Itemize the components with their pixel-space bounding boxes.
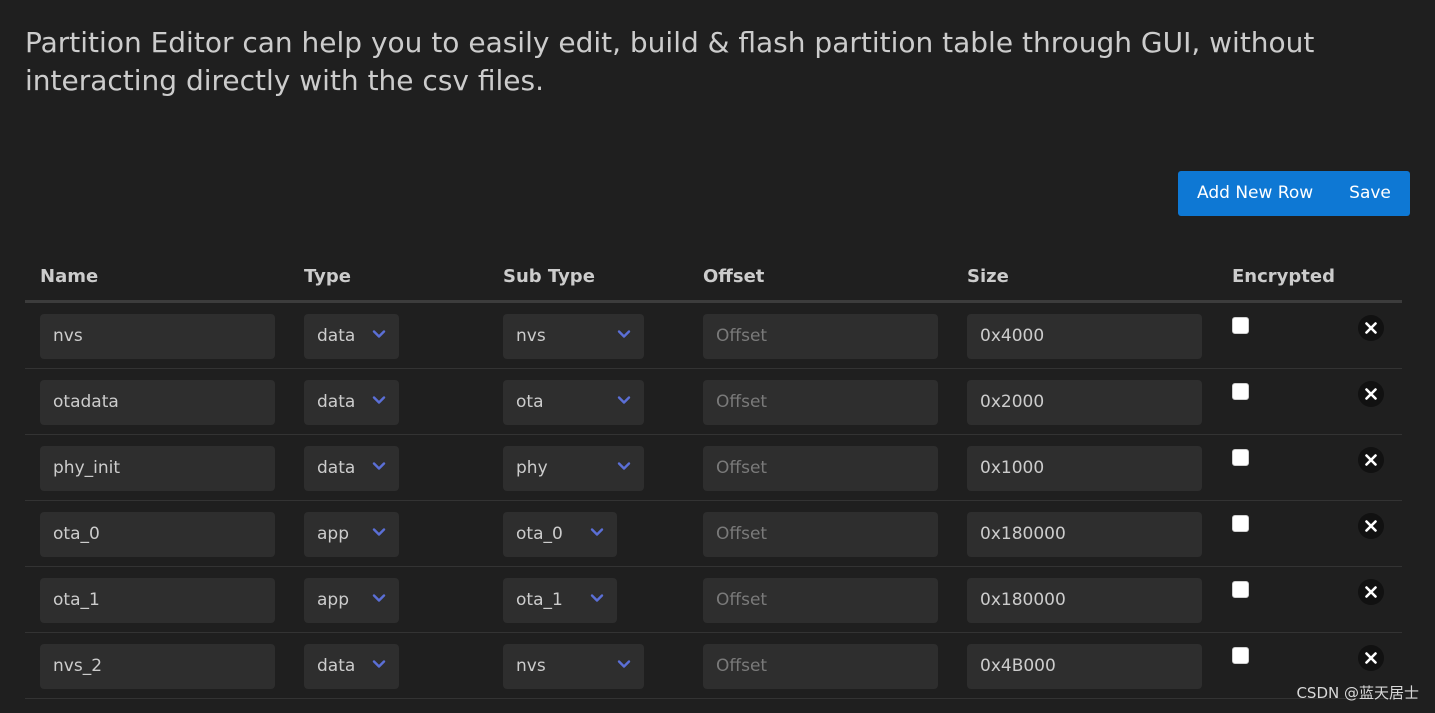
subtype-select-value: nvs xyxy=(516,656,546,676)
table-header: Name Type Sub Type Offset Size Encrypted xyxy=(25,255,1402,303)
chevron-down-icon xyxy=(372,512,386,557)
table-body: datanvsdataotadataphyappota_0appota_1dat… xyxy=(25,303,1402,699)
column-header-encrypted: Encrypted xyxy=(1232,266,1335,287)
name-input[interactable] xyxy=(40,512,275,557)
table-row: app ota_0 xyxy=(25,501,1402,567)
column-header-name: Name xyxy=(40,266,99,287)
chevron-down-icon xyxy=(372,314,386,359)
chevron-down-icon xyxy=(590,512,604,557)
size-input[interactable] xyxy=(967,644,1202,689)
table-row: data phy xyxy=(25,435,1402,501)
delete-row-button[interactable] xyxy=(1358,645,1384,671)
close-icon xyxy=(1365,322,1377,334)
chevron-down-icon xyxy=(372,446,386,491)
chevron-down-icon xyxy=(372,644,386,689)
subtype-select[interactable]: ota xyxy=(503,380,644,425)
type-select[interactable]: app xyxy=(304,512,399,557)
type-select-value: app xyxy=(317,590,349,610)
offset-input[interactable] xyxy=(703,446,938,491)
chevron-down-icon xyxy=(590,578,604,623)
type-select[interactable]: app xyxy=(304,578,399,623)
subtype-select[interactable]: phy xyxy=(503,446,644,491)
chevron-down-icon xyxy=(372,578,386,623)
subtype-select[interactable]: ota_1 xyxy=(503,578,617,623)
subtype-select[interactable]: nvs xyxy=(503,314,644,359)
column-header-subtype: Sub Type xyxy=(503,266,595,287)
size-input[interactable] xyxy=(967,578,1202,623)
column-header-size: Size xyxy=(967,266,1009,287)
table-row: app ota_1 xyxy=(25,567,1402,633)
subtype-select-value: nvs xyxy=(516,326,546,346)
encrypted-checkbox[interactable] xyxy=(1232,647,1249,664)
subtype-select[interactable]: nvs xyxy=(503,644,644,689)
close-icon xyxy=(1365,520,1377,532)
size-input[interactable] xyxy=(967,512,1202,557)
table-row: data nvs xyxy=(25,303,1402,369)
name-input[interactable] xyxy=(40,314,275,359)
encrypted-checkbox[interactable] xyxy=(1232,317,1249,334)
chevron-down-icon xyxy=(617,314,631,359)
close-icon xyxy=(1365,586,1377,598)
name-input[interactable] xyxy=(40,446,275,491)
subtype-select-value: phy xyxy=(516,458,548,478)
name-input[interactable] xyxy=(40,644,275,689)
type-select-value: app xyxy=(317,524,349,544)
size-input[interactable] xyxy=(967,380,1202,425)
name-input[interactable] xyxy=(40,578,275,623)
offset-input[interactable] xyxy=(703,512,938,557)
encrypted-checkbox[interactable] xyxy=(1232,515,1249,532)
delete-row-button[interactable] xyxy=(1358,381,1384,407)
type-select-value: data xyxy=(317,326,356,346)
size-input[interactable] xyxy=(967,314,1202,359)
save-button[interactable]: Save xyxy=(1332,171,1410,216)
chevron-down-icon xyxy=(617,446,631,491)
close-icon xyxy=(1365,652,1377,664)
column-header-type: Type xyxy=(304,266,351,287)
type-select-value: data xyxy=(317,392,356,412)
subtype-select-value: ota xyxy=(516,392,544,412)
watermark: CSDN @蓝天居士 xyxy=(1296,684,1419,702)
close-icon xyxy=(1365,388,1377,400)
table-row: data ota xyxy=(25,369,1402,435)
type-select[interactable]: data xyxy=(304,644,399,689)
offset-input[interactable] xyxy=(703,314,938,359)
table-row: data nvs xyxy=(25,633,1402,699)
close-icon xyxy=(1365,454,1377,466)
chevron-down-icon xyxy=(617,644,631,689)
offset-input[interactable] xyxy=(703,578,938,623)
partition-editor-page: Partition Editor can help you to easily … xyxy=(0,0,1435,713)
encrypted-checkbox[interactable] xyxy=(1232,383,1249,400)
subtype-select-value: ota_1 xyxy=(516,590,563,610)
subtype-select-value: ota_0 xyxy=(516,524,563,544)
chevron-down-icon xyxy=(617,380,631,425)
add-new-row-button[interactable]: Add New Row xyxy=(1178,171,1332,216)
type-select[interactable]: data xyxy=(304,314,399,359)
encrypted-checkbox[interactable] xyxy=(1232,449,1249,466)
chevron-down-icon xyxy=(372,380,386,425)
type-select[interactable]: data xyxy=(304,446,399,491)
size-input[interactable] xyxy=(967,446,1202,491)
intro-text: Partition Editor can help you to easily … xyxy=(25,26,1315,97)
partition-table: Name Type Sub Type Offset Size Encrypted… xyxy=(25,255,1402,699)
type-select-value: data xyxy=(317,656,356,676)
type-select[interactable]: data xyxy=(304,380,399,425)
name-input[interactable] xyxy=(40,380,275,425)
action-button-group: Add New Row Save xyxy=(1178,171,1410,216)
offset-input[interactable] xyxy=(703,380,938,425)
encrypted-checkbox[interactable] xyxy=(1232,581,1249,598)
type-select-value: data xyxy=(317,458,356,478)
delete-row-button[interactable] xyxy=(1358,447,1384,473)
delete-row-button[interactable] xyxy=(1358,513,1384,539)
subtype-select[interactable]: ota_0 xyxy=(503,512,617,557)
delete-row-button[interactable] xyxy=(1358,315,1384,341)
delete-row-button[interactable] xyxy=(1358,579,1384,605)
column-header-offset: Offset xyxy=(703,266,765,287)
offset-input[interactable] xyxy=(703,644,938,689)
